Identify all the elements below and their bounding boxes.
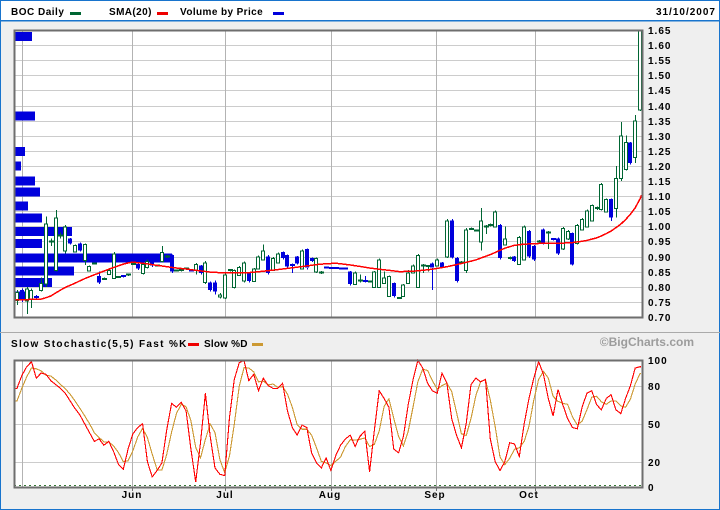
svg-text:20: 20: [648, 458, 661, 469]
svg-text:80: 80: [648, 382, 661, 393]
svg-text:1.45: 1.45: [648, 86, 671, 97]
svg-text:Slow %D: Slow %D: [204, 339, 248, 350]
svg-text:100: 100: [648, 356, 668, 367]
svg-text:50: 50: [648, 420, 661, 431]
svg-text:31/10/2007: 31/10/2007: [656, 7, 716, 18]
svg-text:0.80: 0.80: [648, 283, 671, 294]
svg-text:0.95: 0.95: [648, 237, 671, 248]
svg-text:1.60: 1.60: [648, 41, 671, 52]
svg-text:0.70: 0.70: [648, 313, 671, 324]
svg-text:1.00: 1.00: [648, 222, 671, 233]
svg-text:1.65: 1.65: [648, 26, 671, 37]
svg-text:1.55: 1.55: [648, 56, 671, 67]
svg-text:1.15: 1.15: [648, 177, 671, 188]
svg-text:Aug: Aug: [319, 490, 341, 501]
svg-text:1.40: 1.40: [648, 102, 671, 113]
svg-text:Jun: Jun: [122, 490, 143, 501]
svg-text:Slow Stochastic(5,5) Fast %K: Slow Stochastic(5,5) Fast %K: [11, 339, 188, 350]
svg-text:0.75: 0.75: [648, 298, 671, 309]
svg-text:1.10: 1.10: [648, 192, 671, 203]
svg-text:0: 0: [648, 483, 655, 494]
svg-text:1.35: 1.35: [648, 117, 671, 128]
svg-text:0.85: 0.85: [648, 268, 671, 279]
svg-text:BOC Daily: BOC Daily: [11, 7, 64, 18]
svg-text:1.20: 1.20: [648, 162, 671, 173]
svg-text:Jul: Jul: [216, 490, 233, 501]
svg-text:1.50: 1.50: [648, 71, 671, 82]
svg-text:Volume by Price: Volume by Price: [180, 7, 263, 18]
svg-text:1.25: 1.25: [648, 147, 671, 158]
svg-text:Sep: Sep: [424, 490, 445, 501]
svg-text:©BigCharts.com: ©BigCharts.com: [600, 335, 694, 349]
svg-text:1.30: 1.30: [648, 132, 671, 143]
svg-text:0.90: 0.90: [648, 253, 671, 264]
svg-text:Oct: Oct: [519, 490, 539, 501]
svg-text:SMA(20): SMA(20): [109, 7, 152, 18]
svg-text:1.05: 1.05: [648, 207, 671, 218]
